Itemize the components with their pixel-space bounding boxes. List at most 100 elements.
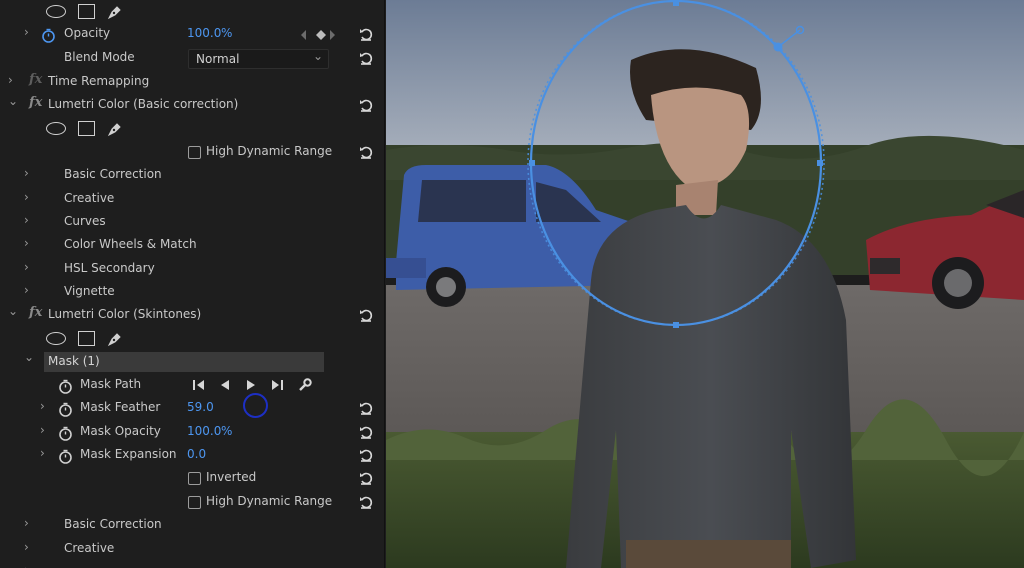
- stopwatch-icon[interactable]: [58, 379, 73, 394]
- chevron-right-icon[interactable]: ›: [24, 563, 29, 568]
- reset-icon[interactable]: [359, 27, 373, 41]
- chevron-down-icon[interactable]: ⌄: [24, 350, 34, 364]
- section-curves[interactable]: › Curves: [0, 211, 384, 234]
- mask-header-row[interactable]: ⌄ Mask (1): [0, 350, 384, 375]
- mask-feather-value[interactable]: 59.0: [187, 400, 214, 414]
- mask-handle-left: [529, 160, 535, 166]
- lumetri-skin-header[interactable]: ⌄ fx Lumetri Color (Skintones): [0, 304, 384, 327]
- program-monitor[interactable]: [386, 0, 1024, 568]
- blend-mode-label: Blend Mode: [64, 50, 135, 64]
- reset-icon[interactable]: [359, 448, 373, 462]
- reset-icon[interactable]: [359, 145, 373, 159]
- chevron-right-icon[interactable]: ›: [24, 516, 29, 530]
- pen-mask-icon[interactable]: [106, 120, 124, 138]
- section-creative[interactable]: › Creative: [0, 188, 384, 211]
- section-creative[interactable]: › Creative: [0, 538, 384, 561]
- hdr-checkbox[interactable]: [188, 146, 201, 159]
- chevron-right-icon[interactable]: ›: [40, 423, 45, 437]
- chevron-right-icon[interactable]: ›: [40, 399, 45, 413]
- track-forward-icon[interactable]: [244, 378, 258, 392]
- inverted-checkbox[interactable]: [188, 472, 201, 485]
- chevron-right-icon[interactable]: ›: [24, 213, 29, 227]
- track-forward-all-icon[interactable]: [270, 378, 284, 392]
- rectangle-mask-icon[interactable]: [78, 331, 95, 346]
- lumetri-skin-title: Lumetri Color (Skintones): [48, 307, 202, 321]
- ellipse-mask-icon[interactable]: [46, 5, 66, 18]
- fx-icon[interactable]: fx: [29, 72, 42, 87]
- section-next[interactable]: ›: [0, 561, 384, 568]
- stopwatch-icon[interactable]: [41, 28, 56, 43]
- chevron-right-icon[interactable]: ›: [24, 236, 29, 250]
- rectangle-mask-icon[interactable]: [78, 121, 95, 136]
- track-backward-all-icon[interactable]: [192, 378, 206, 392]
- mask-title: Mask (1): [48, 354, 100, 368]
- chevron-right-icon[interactable]: ›: [24, 540, 29, 554]
- blend-mode-row: Blend Mode Normal ⌄: [0, 47, 384, 70]
- mask-feather-label: Mask Feather: [80, 400, 161, 414]
- chevron-right-icon[interactable]: ›: [24, 166, 29, 180]
- chevron-right-icon[interactable]: ›: [24, 25, 29, 39]
- stopwatch-icon[interactable]: [58, 426, 73, 441]
- mask-handle-right: [817, 160, 823, 166]
- chevron-right-icon[interactable]: ›: [24, 190, 29, 204]
- pen-mask-icon[interactable]: [106, 3, 124, 21]
- chevron-right-icon[interactable]: ›: [40, 446, 45, 460]
- keyframe-navigator[interactable]: [300, 29, 336, 41]
- reset-icon[interactable]: [359, 471, 373, 485]
- mask-opacity-unit: %: [221, 424, 233, 438]
- chevron-right-icon[interactable]: ›: [8, 73, 13, 87]
- fx-icon[interactable]: fx: [29, 95, 42, 110]
- hdr-checkbox[interactable]: [188, 496, 201, 509]
- reset-icon[interactable]: [359, 495, 373, 509]
- stopwatch-icon[interactable]: [58, 449, 73, 464]
- lumetri-basic-hdr-row: High Dynamic Range: [0, 141, 384, 164]
- video-frame: [386, 0, 1024, 568]
- section-label: Color Wheels & Match: [64, 237, 197, 251]
- ellipse-mask-icon[interactable]: [46, 332, 66, 345]
- mask-expansion-label: Mask Expansion: [80, 447, 177, 461]
- mask-opacity-label: Mask Opacity: [80, 424, 161, 438]
- reset-icon[interactable]: [359, 308, 373, 322]
- mask-expansion-value[interactable]: 0.0: [187, 447, 206, 461]
- inverted-label: Inverted: [206, 470, 257, 484]
- chevron-right-icon[interactable]: ›: [24, 260, 29, 274]
- ellipse-mask-icon[interactable]: [46, 122, 66, 135]
- mask-inverted-row: Inverted: [0, 467, 384, 490]
- wrench-icon[interactable]: [298, 378, 312, 392]
- chevron-down-icon[interactable]: ⌄: [8, 94, 18, 108]
- mask-feather-row: › Mask Feather 59.0: [0, 393, 384, 420]
- rectangle-mask-icon[interactable]: [78, 4, 95, 19]
- section-hsl-secondary[interactable]: › HSL Secondary: [0, 258, 384, 281]
- section-basic-correction[interactable]: › Basic Correction: [0, 164, 384, 187]
- lumetri-basic-header[interactable]: ⌄ fx Lumetri Color (Basic correction): [0, 94, 384, 117]
- reset-icon[interactable]: [359, 51, 373, 65]
- mask-handle-bottom: [673, 322, 679, 328]
- cursor-highlight: [243, 393, 268, 418]
- opacity-value[interactable]: 100.0: [187, 26, 221, 40]
- lumetri-basic-title: Lumetri Color (Basic correction): [48, 97, 239, 111]
- reset-icon[interactable]: [359, 425, 373, 439]
- chevron-down-icon[interactable]: ⌄: [8, 304, 18, 318]
- fx-icon[interactable]: fx: [29, 305, 42, 320]
- mask-path-label: Mask Path: [80, 377, 142, 391]
- stopwatch-icon[interactable]: [58, 402, 73, 417]
- section-basic-correction[interactable]: › Basic Correction: [0, 514, 384, 537]
- chevron-right-icon[interactable]: ›: [24, 283, 29, 297]
- blend-mode-dropdown[interactable]: Normal ⌄: [188, 49, 329, 69]
- section-label: Basic Correction: [64, 517, 162, 531]
- mask-expansion-row: › Mask Expansion 0.0: [0, 444, 384, 467]
- reset-icon[interactable]: [359, 98, 373, 112]
- opacity-mask-tools-row: [0, 0, 384, 23]
- track-backward-icon[interactable]: [218, 378, 232, 392]
- lumetri-basic-mask-tools: [0, 117, 384, 140]
- opacity-row: › Opacity 100.0 %: [0, 23, 384, 46]
- pen-mask-icon[interactable]: [106, 330, 124, 348]
- reset-icon[interactable]: [359, 401, 373, 415]
- section-color-wheels[interactable]: › Color Wheels & Match: [0, 234, 384, 257]
- section-label: Basic Correction: [64, 167, 162, 181]
- lumetri-skin-hdr-row: High Dynamic Range: [0, 491, 384, 514]
- time-remapping-row[interactable]: › fx Time Remapping: [0, 71, 384, 94]
- mask-opacity-value[interactable]: 100.0: [187, 424, 221, 438]
- section-label: HSL Secondary: [64, 261, 155, 275]
- section-vignette[interactable]: › Vignette: [0, 281, 384, 304]
